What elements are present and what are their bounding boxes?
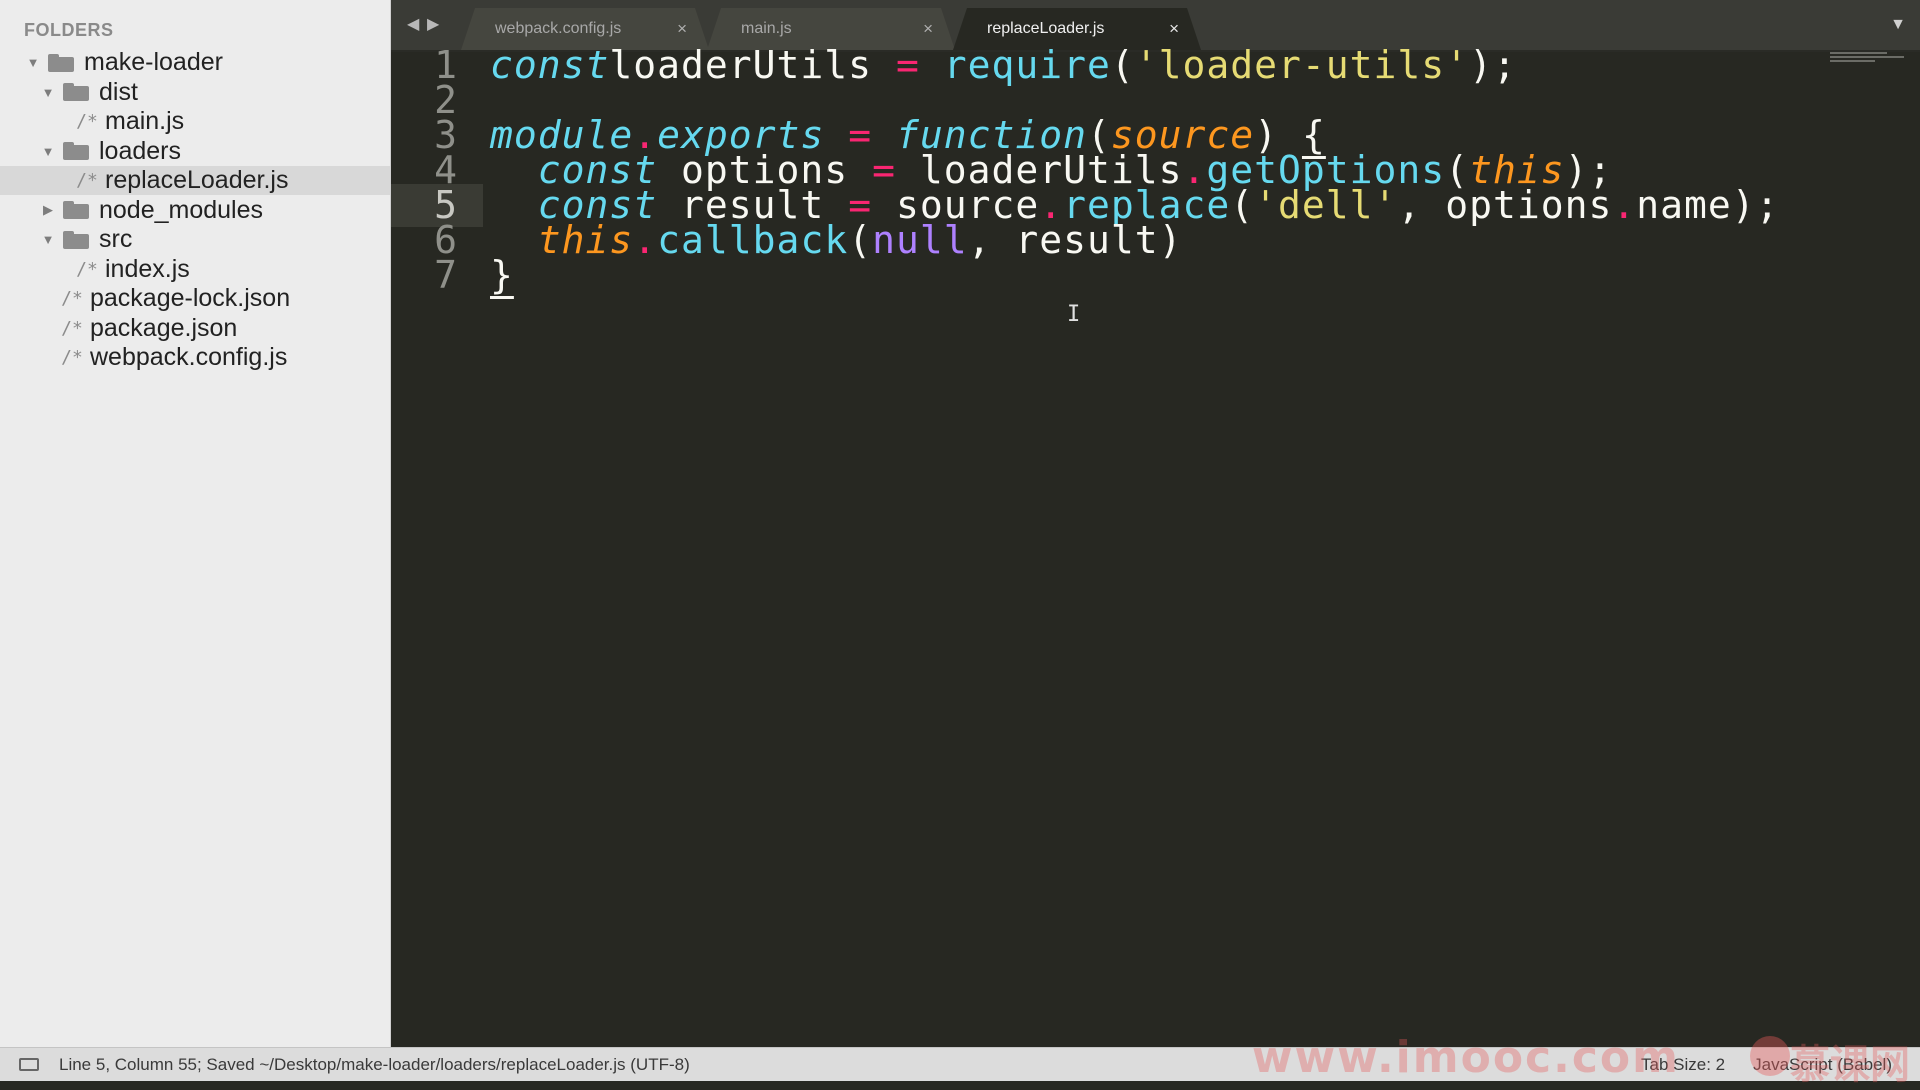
tab-label: replaceLoader.js (987, 20, 1105, 37)
tree-item-label: index.js (105, 254, 190, 283)
ibeam-cursor-icon: I (1067, 302, 1081, 327)
code-editor[interactable]: 1 constloaderUtils = require('loader-util… (391, 44, 1920, 1047)
tree-item-label: main.js (105, 107, 185, 135)
folder-icon (63, 230, 89, 249)
tree-item-label: src (99, 225, 133, 253)
line-number: 7 (434, 253, 457, 297)
file-icon: /* (61, 317, 83, 339)
tree-item-label: loaders (99, 136, 181, 165)
tree-item-node-modules[interactable]: ▶ node_modules (0, 196, 390, 225)
tree-item-index-js[interactable]: /* index.js (0, 255, 390, 284)
disclosure-closed-icon[interactable]: ▶ (41, 202, 55, 218)
watermark-text: www.imooc.com (1251, 1032, 1680, 1083)
tree-item-replaceloader-js[interactable]: /* replaceLoader.js (0, 166, 390, 195)
tree-item-package-lock-json[interactable]: /* package-lock.json (0, 284, 390, 313)
disclosure-open-icon[interactable]: ▼ (26, 55, 40, 70)
tree-item-make-loader[interactable]: ▼ make-loader (0, 48, 390, 77)
tab-overflow-icon[interactable]: ▼ (1890, 16, 1906, 34)
folders-title: FOLDERS (24, 20, 114, 40)
tree-item-main-js[interactable]: /* main.js (0, 107, 390, 136)
tab-label: webpack.config.js (495, 20, 622, 37)
tree-item-src[interactable]: ▼ src (0, 225, 390, 254)
code-line-7[interactable]: 7} (391, 254, 1920, 297)
folder-icon (63, 142, 89, 160)
nav-forward-icon[interactable]: ▶ (427, 14, 439, 34)
file-icon: /* (61, 347, 83, 368)
tree-item-label: node_modules (99, 195, 264, 224)
close-tab-icon[interactable]: × (677, 19, 687, 39)
disclosure-open-icon[interactable]: ▼ (41, 85, 55, 100)
panel-toggle-icon[interactable] (19, 1058, 39, 1071)
tree-item-loaders[interactable]: ▼ loaders (0, 137, 390, 166)
disclosure-open-icon[interactable]: ▼ (41, 232, 55, 247)
tree-item-label: package-lock.json (90, 284, 291, 312)
folder-icon (48, 53, 74, 72)
code-text: } (490, 253, 514, 297)
tree-item-label: package.json (90, 313, 238, 342)
brand-text: 慕课网 (1790, 1042, 1910, 1088)
file-icon: /* (76, 170, 98, 191)
tree-item-label: make-loader (84, 48, 223, 76)
tree-item-label: webpack.config.js (90, 343, 288, 371)
brand-logo-icon (1750, 1036, 1790, 1076)
tree-item-webpack-config-js[interactable]: /* webpack.config.js (0, 343, 390, 372)
tree-item-dist[interactable]: ▼ dist (0, 78, 390, 107)
minimap[interactable] (1830, 52, 1912, 66)
file-icon: /* (61, 288, 83, 309)
tab-label: main.js (741, 20, 792, 37)
close-tab-icon[interactable]: × (923, 19, 933, 39)
sidebar: FOLDERS ▼ make-loader ▼ dist/* main.js ▼ loade… (0, 0, 391, 1047)
status-message: Line 5, Column 55; Saved ~/Desktop/make-… (59, 1054, 690, 1074)
tree-item-label: replaceLoader.js (105, 166, 289, 194)
folder-icon (63, 83, 89, 101)
tree-item-label: dist (99, 77, 138, 106)
close-tab-icon[interactable]: × (1169, 19, 1179, 39)
tree-item-package-json[interactable]: /* package.json (0, 314, 390, 343)
disclosure-open-icon[interactable]: ▼ (41, 144, 55, 159)
file-icon: /* (76, 111, 98, 132)
nav-back-icon[interactable]: ◀ (407, 14, 419, 34)
file-icon: /* (76, 258, 98, 280)
folder-icon (63, 201, 89, 219)
